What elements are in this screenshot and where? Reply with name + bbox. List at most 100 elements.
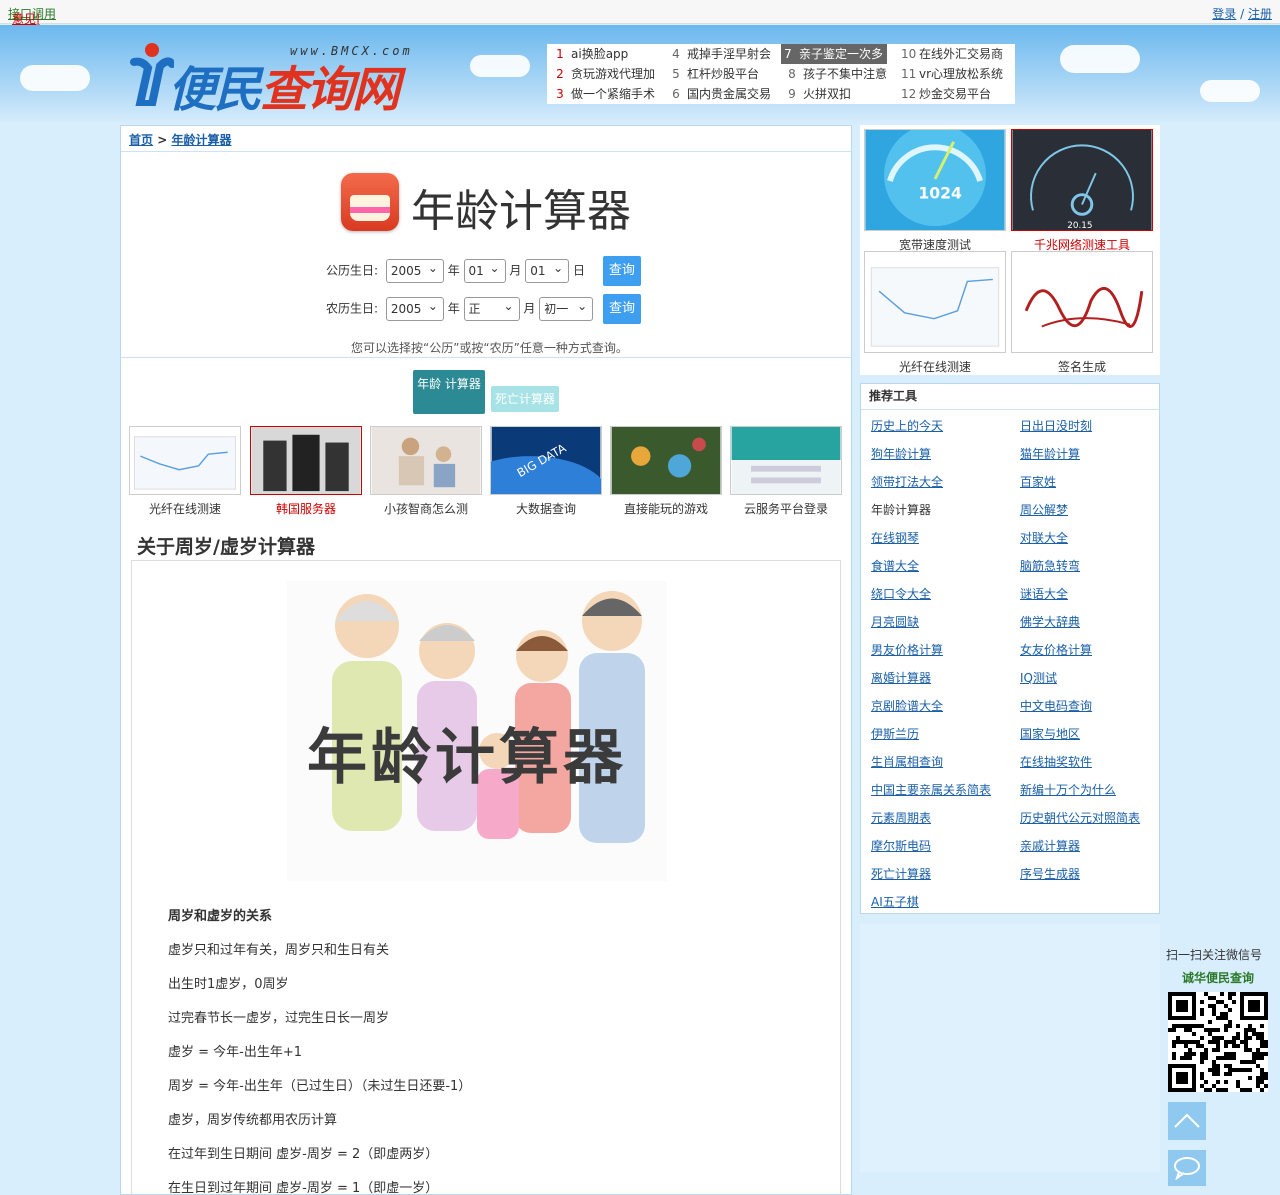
lunar-year-select[interactable]: 2005 <box>385 295 444 321</box>
right-ads: 1024 宽带速度测试 20.15 千兆网络测速工具 光纤在线测速 签名生成 <box>860 124 1160 375</box>
tool-link[interactable]: IQ测试 <box>1020 669 1057 686</box>
hot-list-text: 杠杆炒股平台 <box>687 67 760 81</box>
thumb-games[interactable]: 直接能玩的游戏 <box>610 426 722 517</box>
solar-query-button[interactable]: 查询 <box>602 256 641 286</box>
tool-link[interactable]: 国家与地区 <box>1020 725 1080 742</box>
hot-list-item[interactable]: 2 贪玩游戏代理加 <box>553 64 655 84</box>
tool-link[interactable]: AI五子棋 <box>871 893 919 910</box>
tool-link[interactable]: 摩尔斯电码 <box>871 837 931 854</box>
unit-year: 年 <box>447 263 460 278</box>
calculator-form-area: 年龄计算器 公历生日: 2005 年 01 月 01 日 查询 农历生日: 20… <box>121 153 851 358</box>
chevron-up-icon <box>1174 1113 1200 1128</box>
hot-list-item[interactable]: 5 杠杆炒股平台 <box>669 64 759 84</box>
hot-list-rank: 5 <box>672 67 680 81</box>
hot-list-item[interactable]: 4 戒掉手淫早射会 <box>669 44 771 64</box>
hot-list-item[interactable]: 10 在线外汇交易商 <box>901 44 1003 64</box>
register-link[interactable]: 注册 <box>1248 7 1272 21</box>
solar-birthday-row: 公历生日: 2005 年 01 月 01 日 查询 <box>326 256 641 286</box>
hot-list-rank: 10 <box>901 47 917 61</box>
hot-list-text: 亲子鉴定一次多 <box>799 47 884 61</box>
hot-list-item[interactable]: 12 炒金交易平台 <box>901 84 991 104</box>
tool-link[interactable]: 脑筋急转弯 <box>1020 557 1080 574</box>
cloud-decoration <box>1200 80 1260 102</box>
thumb-cloud-login[interactable]: 云服务平台登录 <box>730 426 842 517</box>
tool-link[interactable]: 百家姓 <box>1020 473 1056 490</box>
tool-link[interactable]: 亲戚计算器 <box>1020 837 1080 854</box>
ad-gigabit-speed[interactable]: 20.15 千兆网络测速工具 <box>1011 129 1153 253</box>
tool-link[interactable]: 食谱大全 <box>871 557 919 574</box>
tool-link[interactable]: 月亮圆缺 <box>871 613 919 630</box>
tool-link[interactable]: 日出日没时刻 <box>1020 417 1092 434</box>
hot-list-item[interactable]: 8 孩子不集中注意 <box>785 64 887 84</box>
tool-link[interactable]: 历史朝代公元对照简表 <box>1020 809 1140 826</box>
solar-day-select[interactable]: 01 <box>525 257 570 283</box>
thumb-korea-server[interactable]: 韩国服务器 <box>250 426 362 517</box>
tool-link[interactable]: 谜语大全 <box>1020 585 1068 602</box>
tool-link[interactable]: 在线抽奖软件 <box>1020 753 1092 770</box>
tab-death-calculator[interactable]: 死亡计算器 <box>491 386 559 412</box>
lunar-day-select[interactable]: 初一 <box>539 295 594 321</box>
hot-list-text: ai换脸app <box>571 47 629 61</box>
tab-age-calculator[interactable]: 年龄 计算器 <box>413 370 485 414</box>
tool-link[interactable]: 绕口令大全 <box>871 585 931 602</box>
hot-list-item[interactable]: 1 ai换脸app <box>553 44 628 64</box>
breadcrumb-home[interactable]: 首页 <box>129 133 153 147</box>
account-sep: / <box>1236 7 1248 21</box>
thumb-big-data[interactable]: BIG DATA 大数据查询 <box>452 426 609 534</box>
main-panel: 首页 > 年龄计算器 年龄计算器 公历生日: 2005 年 01 月 01 日 … <box>120 125 852 1195</box>
server-image <box>250 426 362 495</box>
tool-link[interactable]: 领带打法大全 <box>871 473 943 490</box>
hot-list-text: 在线外汇交易商 <box>919 47 1004 61</box>
hot-list-item[interactable]: 3 做一个紧缩手术 <box>553 84 655 104</box>
site-logo[interactable]: www.BMCX.com 便民查询网 <box>130 36 430 118</box>
tool-link[interactable]: 中国主要亲属关系简表 <box>871 781 991 798</box>
tool-link[interactable]: 年龄计算器 <box>871 501 931 518</box>
back-to-top-button[interactable] <box>1168 1102 1206 1140</box>
tool-link[interactable]: 伊斯兰历 <box>871 725 919 742</box>
ad-fiber-speed[interactable]: 光纤在线测速 <box>864 251 1006 375</box>
ad-broadband-speed[interactable]: 1024 宽带速度测试 <box>864 124 1006 253</box>
tool-link[interactable]: 元素周期表 <box>871 809 931 826</box>
hot-list-item[interactable]: 7 亲子鉴定一次多 <box>781 44 888 64</box>
thumb-child-iq[interactable]: 小孩智商怎么测 <box>370 426 482 517</box>
lunar-month-select[interactable]: 正 <box>463 295 520 321</box>
solar-month-select[interactable]: 01 <box>463 257 506 283</box>
tool-link[interactable]: 女友价格计算 <box>1020 641 1092 658</box>
tool-link[interactable]: 京剧脸谱大全 <box>871 697 943 714</box>
tool-link[interactable]: 佛学大辞典 <box>1020 613 1080 630</box>
tool-link[interactable]: 死亡计算器 <box>871 865 931 882</box>
tool-link[interactable]: 新编十万个为什么 <box>1020 781 1116 798</box>
cake-icon <box>341 173 399 231</box>
solar-label: 公历生日: <box>326 263 379 278</box>
tool-link[interactable]: 猫年龄计算 <box>1020 445 1080 462</box>
unit-year: 年 <box>447 301 460 316</box>
tool-link[interactable]: 生肖属相查询 <box>871 753 943 770</box>
tool-link[interactable]: 周公解梦 <box>1020 501 1068 518</box>
tool-link[interactable]: 序号生成器 <box>1020 865 1080 882</box>
chat-button[interactable] <box>1168 1150 1206 1186</box>
login-link[interactable]: 登录 <box>1212 7 1236 21</box>
breadcrumb-current[interactable]: 年龄计算器 <box>171 133 231 147</box>
hot-list-item[interactable]: 11 vr心理放松系统 <box>901 64 1003 84</box>
thumb-fiber-speed[interactable]: 光纤在线测速 <box>129 426 241 517</box>
tool-link[interactable]: 历史上的今天 <box>871 417 943 434</box>
wechat-qr-code <box>1168 992 1268 1092</box>
hot-list-item[interactable]: 6 国内贵金属交易 <box>669 84 771 104</box>
hot-list-rank: 11 <box>901 67 917 81</box>
article-paragraph: 虚岁只和过年有关，周岁只和生日有关 <box>168 943 390 958</box>
hot-list-rank: 9 <box>788 87 796 101</box>
hot-list-item[interactable]: 9 火拼双扣 <box>785 84 851 104</box>
hot-list-text: 孩子不集中注意 <box>803 67 888 81</box>
lunar-query-button[interactable]: 查询 <box>603 294 642 324</box>
solar-year-select[interactable]: 2005 <box>385 257 444 283</box>
tool-link[interactable]: 对联大全 <box>1020 529 1068 546</box>
tool-link[interactable]: 男友价格计算 <box>871 641 943 658</box>
tool-link[interactable]: 在线钢琴 <box>871 529 919 546</box>
tool-link[interactable]: 离婚计算器 <box>871 669 931 686</box>
illustration-title: 年龄计算器 <box>307 723 627 793</box>
tool-link[interactable]: 中文电码查询 <box>1020 697 1092 714</box>
hot-list-rank: 8 <box>788 67 796 81</box>
tool-link[interactable]: 狗年龄计算 <box>871 445 931 462</box>
logo-wordmark: 便民查询网 <box>168 62 400 118</box>
ad-signature[interactable]: 签名生成 <box>1011 251 1153 375</box>
